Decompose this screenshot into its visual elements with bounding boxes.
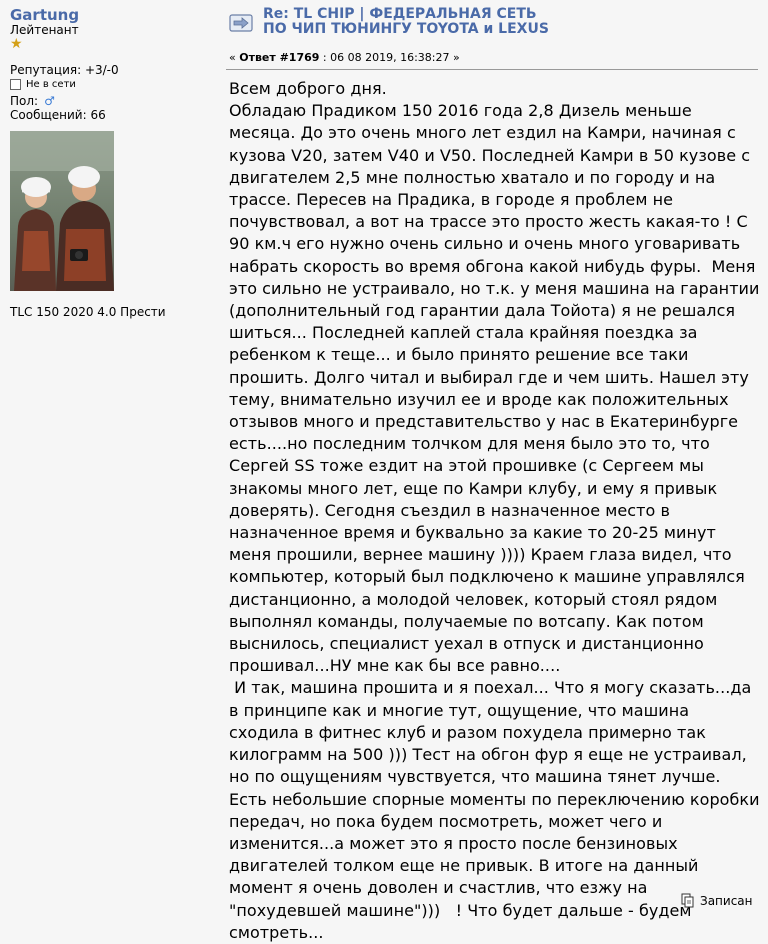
author-reputation: Репутация: +3/-0 xyxy=(10,63,119,77)
author-gender: Пол: ♂ xyxy=(10,94,55,108)
author-signature-car: TLC 150 2020 4.0 Прести xyxy=(10,305,166,319)
post-date: : 06 08 2019, 16:38:27 » xyxy=(319,51,460,64)
male-icon: ♂ xyxy=(44,94,55,108)
post-meta-prefix: « xyxy=(229,51,240,64)
author-gender-label: Пол: xyxy=(10,94,39,108)
saved-indicator: Записан xyxy=(681,893,753,909)
header-divider xyxy=(226,69,758,70)
author-status: Не в сети xyxy=(10,79,76,90)
star-icon: ★ xyxy=(10,36,23,52)
reply-number-link[interactable]: Ответ #1769 xyxy=(239,51,319,64)
post-body: Всем доброго дня. Обладаю Прадиком 150 2… xyxy=(229,79,760,942)
post-meta: « Ответ #1769 : 06 08 2019, 16:38:27 » xyxy=(229,51,460,64)
saved-icon xyxy=(681,893,695,909)
author-status-label: Не в сети xyxy=(26,79,76,90)
post-title-link[interactable]: Re: TL CHIP | ФЕДЕРАЛЬНАЯ СЕТЬ ПО ЧИП ТЮ… xyxy=(263,7,563,36)
offline-status-icon xyxy=(10,79,21,90)
topic-icon xyxy=(229,9,255,35)
avatar[interactable] xyxy=(10,131,114,291)
author-rank: Лейтенант xyxy=(10,23,79,37)
author-post-count: Сообщений: 66 xyxy=(10,108,106,122)
author-username[interactable]: Gartung xyxy=(10,6,79,24)
saved-label: Записан xyxy=(700,894,753,908)
